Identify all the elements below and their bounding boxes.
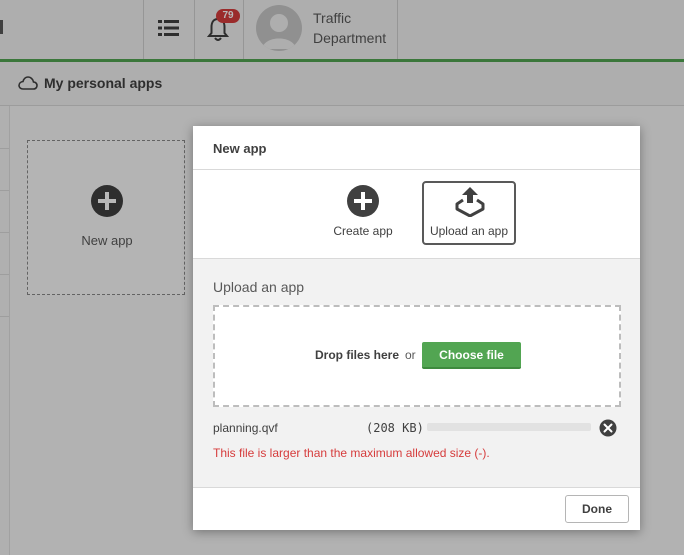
or-text: or: [405, 348, 416, 362]
create-app-option[interactable]: Create app: [316, 181, 410, 245]
file-name: planning.qvf: [213, 421, 278, 435]
choose-file-button[interactable]: Choose file: [422, 342, 521, 369]
upload-app-option[interactable]: Upload an app: [422, 181, 516, 245]
upload-progress-bar: [427, 423, 591, 431]
close-circle-icon[interactable]: [599, 419, 617, 437]
create-app-label: Create app: [333, 224, 393, 238]
dialog-title: New app: [213, 141, 267, 156]
dialog-header: New app: [193, 126, 640, 170]
done-button[interactable]: Done: [565, 495, 629, 523]
plus-circle-icon: [347, 185, 379, 217]
upload-heading: Upload an app: [213, 279, 305, 295]
upload-icon: [455, 187, 485, 217]
upload-section: Upload an app Drop files here or Choose …: [193, 258, 640, 488]
new-app-dialog: New app Create app Upload an app Upload …: [193, 126, 640, 530]
file-size: (208 KB): [366, 421, 424, 435]
drop-files-text: Drop files here: [315, 348, 400, 362]
upload-app-label: Upload an app: [429, 224, 509, 238]
file-dropzone[interactable]: Drop files here or Choose file: [213, 305, 621, 407]
file-error-message: This file is larger than the maximum all…: [213, 446, 490, 460]
